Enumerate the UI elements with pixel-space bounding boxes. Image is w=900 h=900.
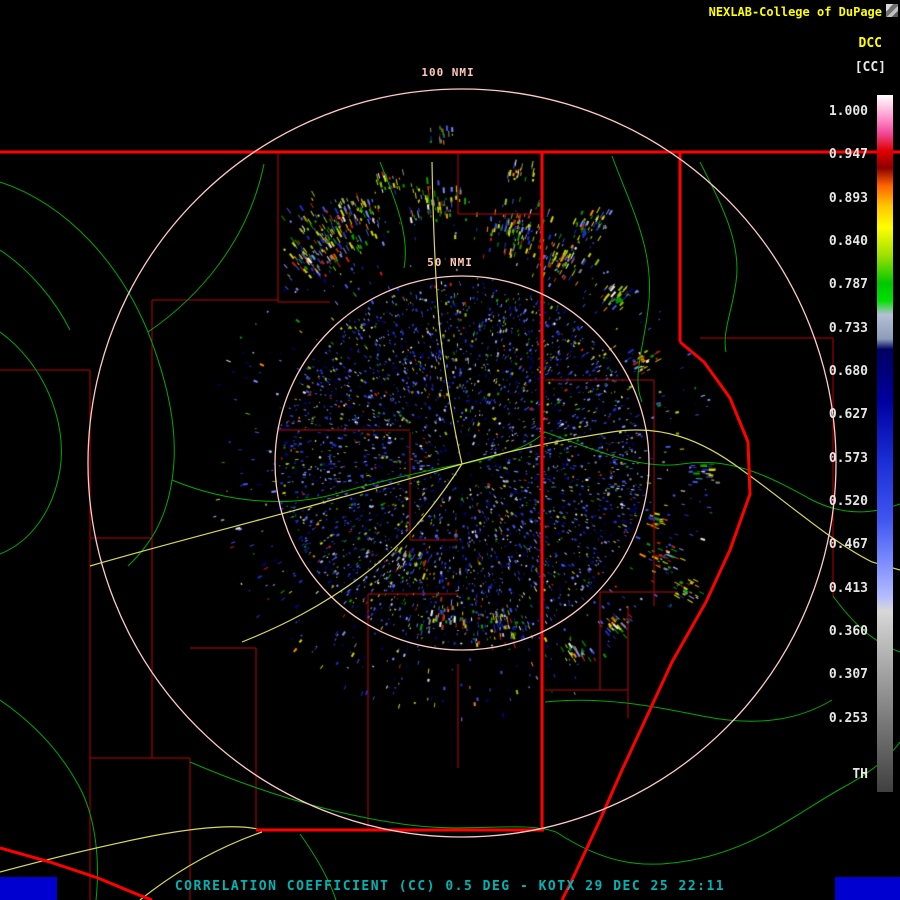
colorbar-tick: 0.413 [808, 581, 868, 596]
colorbar-tick: 0.947 [808, 147, 868, 162]
colorbar [877, 95, 893, 792]
corner-bar-left [0, 877, 57, 900]
colorbar-tick: 0.253 [808, 711, 868, 726]
colorbar-product-label: DCC [859, 36, 882, 51]
radar-display: 100 NMI 50 NMI NEXLAB-College of DuPage … [0, 0, 900, 900]
page-title: NEXLAB-College of DuPage [709, 5, 882, 19]
colorbar-tick: 0.893 [808, 191, 868, 206]
colorbar-tick: 0.840 [808, 234, 868, 249]
corner-bar-right [835, 877, 900, 900]
colorbar-tick: 0.733 [808, 321, 868, 336]
range-ring-outer-label: 100 NMI [421, 66, 474, 79]
colorbar-tick: 0.627 [808, 407, 868, 422]
colorbar-threshold-label: TH [808, 767, 868, 782]
colorbar-tick: 0.787 [808, 277, 868, 292]
colorbar-tick: 0.680 [808, 364, 868, 379]
colorbar-tick: 0.360 [808, 624, 868, 639]
range-ring-inner-label: 50 NMI [427, 256, 473, 269]
highways [0, 162, 900, 900]
colorbar-tick: 0.467 [808, 537, 868, 552]
product-caption: CORRELATION COEFFICIENT (CC) 0.5 DEG - K… [175, 879, 725, 894]
nexlab-logo-icon [886, 4, 898, 17]
map-overlay [0, 0, 900, 900]
colorbar-tick: 0.520 [808, 494, 868, 509]
colorbar-tick: 0.573 [808, 451, 868, 466]
colorbar-tick: 1.000 [808, 104, 868, 119]
colorbar-unit-label: [CC] [855, 60, 886, 75]
colorbar-tick: 0.307 [808, 667, 868, 682]
